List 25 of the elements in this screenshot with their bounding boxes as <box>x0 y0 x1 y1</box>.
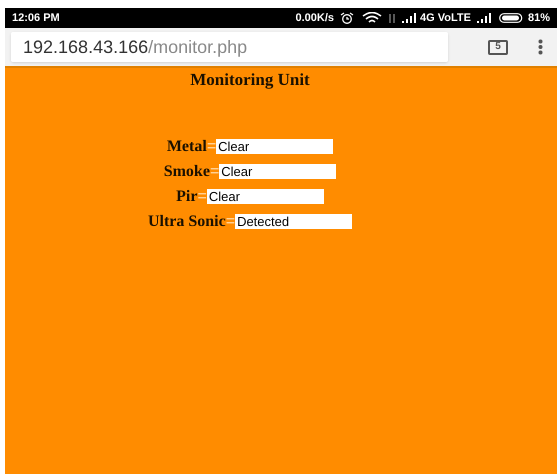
network-type: 4G VoLTE <box>420 10 471 26</box>
url-field[interactable]: 192.168.43.166/monitor.php <box>11 32 448 62</box>
equals-sign: = <box>226 212 236 232</box>
clock-time: 12:06 PM <box>12 10 60 26</box>
sensor-label: Smoke <box>164 162 210 182</box>
equals-sign: = <box>197 186 207 206</box>
sensor-label: Pir <box>176 186 198 206</box>
more-menu-icon[interactable] <box>538 39 543 55</box>
signal-icon <box>476 13 491 23</box>
network-speed: 0.00K/s <box>296 10 334 26</box>
tab-count-button[interactable]: 5 <box>488 40 508 54</box>
battery-percent: 81% <box>528 10 550 26</box>
alarm-clock-icon <box>340 12 354 24</box>
page-title: Monitoring Unit <box>190 69 310 91</box>
wifi-icon <box>362 12 382 24</box>
sensor-value-field[interactable]: Clear <box>219 164 336 179</box>
sensor-value-field[interactable]: Clear <box>216 139 334 154</box>
equals-sign: = <box>206 136 216 156</box>
signal-icon <box>402 13 416 23</box>
battery-icon <box>498 13 523 23</box>
sensor-value-field[interactable]: Clear <box>206 189 324 204</box>
sensor-label: Ultra Sonic <box>148 212 226 232</box>
sensor-value-field[interactable]: Detected <box>235 214 352 229</box>
equals-sign: = <box>210 162 220 182</box>
sensor-label: Metal <box>166 136 207 156</box>
